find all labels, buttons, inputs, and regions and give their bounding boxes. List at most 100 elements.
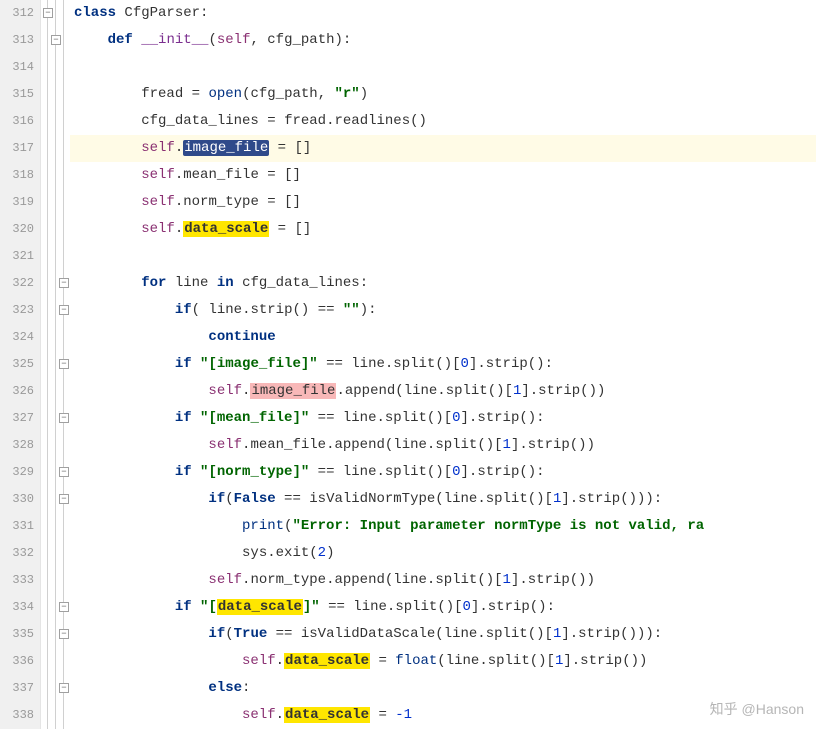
token-str: "[norm_type]": [200, 464, 309, 480]
token-num: 0: [463, 599, 471, 615]
token-op: ():: [519, 464, 544, 480]
token-id: split: [486, 491, 528, 507]
line-number: 332: [0, 540, 34, 567]
fold-toggle-icon[interactable]: [43, 8, 53, 18]
code-line[interactable]: print("Error: Input parameter normType i…: [70, 513, 816, 540]
code-line[interactable]: self.data_scale = float(line.split()[1].…: [70, 648, 816, 675]
code-editor[interactable]: 3123133143153163173183193203213223233243…: [0, 0, 816, 729]
code-line[interactable]: self.image_file = []: [70, 135, 816, 162]
token-num: 1: [503, 437, 511, 453]
code-line[interactable]: self.norm_type.append(line.split()[1].st…: [70, 567, 816, 594]
code-line[interactable]: def __init__(self, cfg_path):: [70, 27, 816, 54]
token-op: ()[: [477, 572, 502, 588]
fold-toggle-icon[interactable]: [59, 305, 69, 315]
token-num: 0: [452, 410, 460, 426]
token-id: line: [351, 356, 385, 372]
token-id: split: [446, 383, 488, 399]
code-line[interactable]: if "[mean_file]" == line.split()[0].stri…: [70, 405, 816, 432]
line-number: 325: [0, 351, 34, 378]
code-line[interactable]: else:: [70, 675, 816, 702]
line-number: 319: [0, 189, 34, 216]
token-op: = []: [269, 140, 311, 156]
token-op: ()[: [477, 437, 502, 453]
fold-toggle-icon[interactable]: [59, 494, 69, 504]
token-self: self: [141, 140, 175, 156]
token-id: line: [343, 410, 377, 426]
token-id: fread: [141, 86, 183, 102]
token-op: ==: [309, 410, 343, 426]
code-line[interactable]: self.mean_file = []: [70, 162, 816, 189]
token-id: fread: [284, 113, 326, 129]
token-op: ].: [471, 599, 488, 615]
token-str: "[mean_file]": [200, 410, 309, 426]
line-number: 317: [0, 135, 34, 162]
code-line[interactable]: if( line.strip() == ""):: [70, 297, 816, 324]
fold-toggle-icon[interactable]: [59, 359, 69, 369]
fold-toggle-icon[interactable]: [59, 413, 69, 423]
token-id: isValidDataScale: [301, 626, 435, 642]
token-num: 0: [452, 464, 460, 480]
token-id: append: [345, 383, 395, 399]
token-op: .: [276, 653, 284, 669]
fold-toggle-icon[interactable]: [59, 467, 69, 477]
code-line[interactable]: [70, 54, 816, 81]
token-op: ()): [580, 383, 605, 399]
token-num: 1: [503, 572, 511, 588]
token-op: (: [225, 626, 233, 642]
code-line[interactable]: cfg_data_lines = fread.readlines(): [70, 108, 816, 135]
fold-toggle-icon[interactable]: [59, 683, 69, 693]
token-builtin: float: [395, 653, 437, 669]
code-line[interactable]: [70, 243, 816, 270]
fold-toggle-icon[interactable]: [59, 278, 69, 288]
token-self: self: [208, 572, 242, 588]
token-op: ].: [469, 356, 486, 372]
token-self: self: [141, 221, 175, 237]
token-kw: if: [175, 356, 192, 372]
token-id: line: [393, 572, 427, 588]
code-line[interactable]: for line in cfg_data_lines:: [70, 270, 816, 297]
code-area[interactable]: class CfgParser: def __init__(self, cfg_…: [70, 0, 816, 729]
line-number: 313: [0, 27, 34, 54]
token-id: CfgParser: [124, 5, 200, 21]
token-op: .: [276, 707, 284, 723]
line-number: 336: [0, 648, 34, 675]
code-line[interactable]: if "[image_file]" == line.split()[0].str…: [70, 351, 816, 378]
line-number: 326: [0, 378, 34, 405]
token-op: ())):: [620, 626, 662, 642]
token-op: (: [435, 626, 443, 642]
code-line[interactable]: if "[norm_type]" == line.split()[0].stri…: [70, 459, 816, 486]
token-op: =: [370, 653, 395, 669]
code-line[interactable]: self.image_file.append(line.split()[1].s…: [70, 378, 816, 405]
token-op: = []: [259, 167, 301, 183]
token-op: ,: [250, 32, 267, 48]
fold-toggle-icon[interactable]: [59, 602, 69, 612]
code-line[interactable]: if(True == isValidDataScale(line.split()…: [70, 621, 816, 648]
code-line[interactable]: self.data_scale = []: [70, 216, 816, 243]
token-hl-sel: image_file: [183, 140, 269, 156]
token-op: .: [175, 140, 183, 156]
token-op: .: [175, 221, 183, 237]
token-op: .: [437, 383, 445, 399]
token-id: norm_type: [250, 572, 326, 588]
code-line[interactable]: fread = open(cfg_path, "r"): [70, 81, 816, 108]
code-line[interactable]: self.norm_type = []: [70, 189, 816, 216]
token-op: ):: [335, 32, 352, 48]
token-builtin: print: [242, 518, 284, 534]
code-line[interactable]: if(False == isValidNormType(line.split()…: [70, 486, 816, 513]
line-number: 318: [0, 162, 34, 189]
token-id: line: [393, 437, 427, 453]
fold-toggle-icon[interactable]: [59, 629, 69, 639]
token-id: norm_type: [183, 194, 259, 210]
token-op: ()[: [528, 626, 553, 642]
code-line[interactable]: class CfgParser:: [70, 0, 816, 27]
code-line[interactable]: sys.exit(2): [70, 540, 816, 567]
token-id: exit: [276, 545, 310, 561]
code-line[interactable]: if "[data_scale]" == line.split()[0].str…: [70, 594, 816, 621]
token-op: ].: [461, 464, 478, 480]
token-op: (: [309, 545, 317, 561]
fold-toggle-icon[interactable]: [51, 35, 61, 45]
code-line[interactable]: self.mean_file.append(line.split()[1].st…: [70, 432, 816, 459]
token-op: ==: [276, 491, 310, 507]
code-line[interactable]: continue: [70, 324, 816, 351]
code-line[interactable]: self.data_scale = -1: [70, 702, 816, 729]
